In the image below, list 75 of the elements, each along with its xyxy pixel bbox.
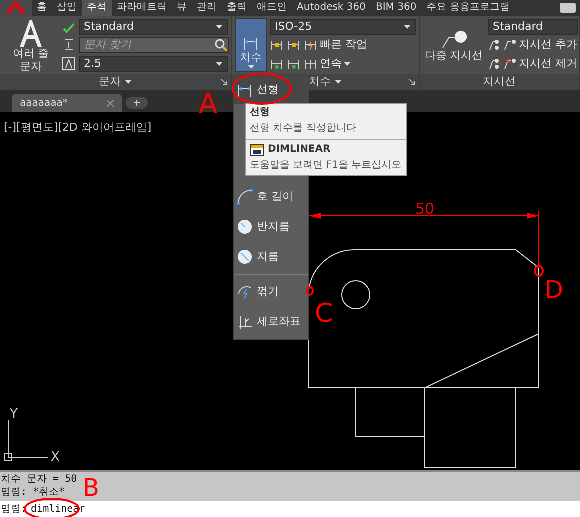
ribbon-tab[interactable]: 애드인 — [252, 0, 292, 16]
handwritten-label: A — [199, 89, 218, 120]
add-leader-button[interactable]: 지시선 추가 — [503, 37, 578, 54]
help-hint: 도움말을 보려면 F1을 누르십시오 — [250, 159, 402, 173]
ribbon-tab[interactable]: BIM 360 — [370, 0, 422, 16]
ribbon-tab[interactable]: 주석 — [82, 0, 112, 16]
command-window-icon — [250, 144, 264, 156]
leader-style-dropdown[interactable]: Standard — [488, 19, 578, 35]
caret-icon — [404, 25, 411, 29]
handwritten-label: B — [83, 474, 100, 502]
new-tab-button[interactable] — [126, 97, 148, 109]
ribbon-tab[interactable]: 출력 — [222, 0, 252, 16]
linear-dimension-icon — [237, 82, 253, 98]
menu-item[interactable]: 지름 — [234, 242, 308, 272]
dimension-style-dropdown[interactable]: ISO-25 — [270, 19, 416, 35]
caret-icon — [248, 65, 254, 69]
expand-corner-icon[interactable] — [221, 79, 227, 85]
caret-icon — [216, 25, 223, 30]
text-height-icon — [62, 38, 76, 52]
diameter-dimension-icon — [237, 249, 253, 265]
plus-icon — [134, 100, 140, 106]
ucs-x-label: X — [51, 450, 60, 465]
menu-item[interactable]: 세로좌표 — [234, 307, 308, 337]
caret-icon — [335, 80, 342, 84]
ribbon-tab[interactable]: 파라메트릭 — [112, 0, 172, 16]
panel-title-button[interactable]: 치수 — [309, 74, 342, 90]
ribbon-tab[interactable]: 삽입 — [52, 0, 82, 16]
jogged-dimension-icon — [237, 284, 253, 300]
menu-item[interactable]: 호 길이 — [234, 182, 308, 212]
point-marker — [534, 265, 544, 277]
highlight-circle — [232, 73, 292, 105]
linear-dimension-icon — [243, 36, 259, 52]
multiline-text-button[interactable]: 여러 줄 문자 — [3, 18, 59, 72]
expand-corner-icon[interactable] — [409, 79, 415, 85]
panel-title-button[interactable]: 문자 — [99, 74, 132, 90]
ucs-icon — [4, 420, 48, 462]
ribbon-tab[interactable]: Autodesk 360 — [292, 0, 371, 16]
file-tab[interactable]: aaaaaaa* — [12, 94, 122, 112]
radius-dimension-icon — [237, 219, 253, 235]
command-history-line: 치수 문자 = 50 — [1, 473, 78, 486]
arc-dimension-icon — [237, 189, 253, 205]
continue-dimension-button[interactable]: 연속 — [304, 56, 351, 72]
handwritten-label: D — [545, 276, 564, 304]
ordinate-dimension-icon — [237, 314, 253, 330]
text-scale-icon[interactable] — [62, 56, 76, 71]
menu-item[interactable]: 꺾기 — [234, 277, 308, 307]
menu-item[interactable]: 반지름 — [234, 212, 308, 242]
tooltip-description: 선형 치수를 작성합니다 — [250, 122, 358, 136]
remove-leader-button[interactable]: 지시선 제거 — [503, 56, 578, 72]
dimension-icon — [304, 38, 318, 52]
ribbon-tab[interactable]: 뷰 — [172, 0, 192, 16]
multileader-button[interactable]: 다중 지시선 — [423, 18, 485, 72]
ribbon-tab[interactable]: 관리 — [192, 0, 222, 16]
ribbon-tab[interactable]: 홈 — [32, 0, 52, 16]
handwritten-label: C — [315, 299, 334, 329]
viewport-label[interactable]: [-][평면도][2D 와이어프레임] — [4, 120, 152, 136]
ucs-y-label: Y — [10, 407, 18, 422]
remove-leader-icon — [503, 56, 517, 71]
tooltip-title: 선형 — [250, 106, 271, 120]
command-history-line: 명령: *취소* — [1, 486, 66, 499]
caret-icon — [216, 62, 223, 66]
point-marker — [306, 286, 314, 296]
caret-icon — [344, 62, 351, 66]
command-name: DIMLINEAR — [268, 143, 331, 157]
dimension-button[interactable]: 치수 — [235, 18, 267, 72]
close-icon[interactable] — [107, 100, 114, 106]
hole-circle — [342, 280, 370, 310]
quick-dimension-button[interactable]: 빠른 작업 — [304, 37, 368, 54]
dimension-text: 50 — [415, 200, 435, 218]
caret-icon — [125, 80, 132, 84]
add-leader-icon — [503, 38, 517, 52]
ribbon-tab[interactable]: 주요 응용프로그램 — [422, 0, 515, 16]
find-text-field[interactable]: 문자 찾기 — [79, 37, 229, 54]
text-height-dropdown[interactable]: 2.5 — [79, 56, 228, 72]
text-style-dropdown[interactable]: Standard — [79, 19, 228, 36]
